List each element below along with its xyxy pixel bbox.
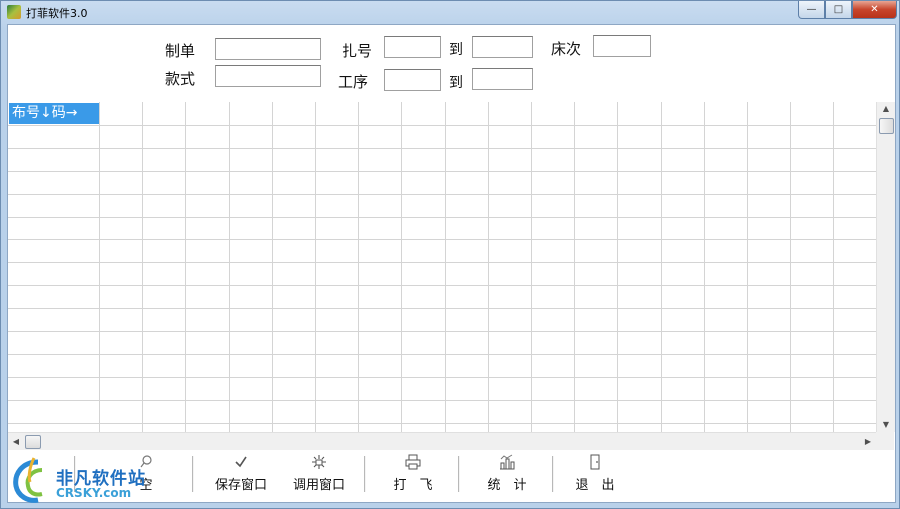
bundle-to-input[interactable] <box>472 36 533 58</box>
load-window-label: 调用窗口 <box>292 478 345 493</box>
bundle-from-input[interactable] <box>384 36 441 58</box>
bed-label: 床次 <box>551 40 582 58</box>
process-to-label: 到 <box>449 75 463 91</box>
horizontal-scroll-thumb[interactable] <box>25 435 41 449</box>
print-label: 打 飞 <box>393 478 433 493</box>
stats-label: 统 计 <box>487 478 527 493</box>
bundle-label: 扎号 <box>342 42 373 60</box>
vertical-scrollbar[interactable]: ▲ ▼ <box>876 102 895 432</box>
scroll-corner <box>876 432 894 450</box>
order-label: 制单 <box>165 42 196 60</box>
print-button[interactable]: 打 飞 <box>388 452 438 498</box>
bundle-to-label: 到 <box>449 42 463 58</box>
bed-input[interactable] <box>593 35 651 57</box>
window-title: 打菲软件3.0 <box>26 7 88 20</box>
watermark-en-text: CRSKY.com <box>56 486 132 500</box>
process-label: 工序 <box>338 73 369 91</box>
scroll-left-arrow-icon[interactable]: ◀ <box>8 433 24 450</box>
window-controls: — □ ✕ <box>798 1 897 19</box>
checkmark-icon <box>233 452 249 472</box>
chart-icon <box>498 452 516 472</box>
minimize-button[interactable]: — <box>798 1 825 19</box>
grid-lines <box>8 102 876 432</box>
scroll-right-arrow-icon[interactable]: ▶ <box>860 433 876 450</box>
app-icon <box>7 5 21 19</box>
printer-icon <box>404 452 422 472</box>
crsky-logo-icon <box>13 457 43 503</box>
order-input[interactable] <box>215 38 321 60</box>
app-window: 打菲软件3.0 — □ ✕ 制单 扎号 到 床次 款式 工序 到 布号↓码→ ▲ <box>0 0 900 509</box>
load-window-button[interactable]: 调用窗口 <box>286 452 352 498</box>
client-area: 制单 扎号 到 床次 款式 工序 到 布号↓码→ ▲ ▼ ◀ ▶ 空 保存窗口 … <box>7 24 896 503</box>
toolbar-separator <box>192 456 194 492</box>
watermark: 非凡软件站 CRSKY.com <box>6 454 156 508</box>
horizontal-scrollbar[interactable]: ◀ ▶ <box>8 432 876 450</box>
data-grid[interactable]: 布号↓码→ <box>8 102 876 432</box>
sparkle-icon <box>310 452 328 472</box>
save-window-button[interactable]: 保存窗口 <box>208 452 274 498</box>
style-input[interactable] <box>215 65 321 87</box>
scroll-up-arrow-icon[interactable]: ▲ <box>877 102 895 116</box>
door-icon <box>587 452 603 472</box>
title-bar[interactable]: 打菲软件3.0 — □ ✕ <box>1 1 899 23</box>
style-label: 款式 <box>165 70 196 88</box>
process-to-input[interactable] <box>472 68 533 90</box>
stats-button[interactable]: 统 计 <box>482 452 532 498</box>
maximize-button[interactable]: □ <box>825 1 852 19</box>
toolbar-separator <box>552 456 554 492</box>
grid-header-cell[interactable]: 布号↓码→ <box>9 103 99 124</box>
exit-button[interactable]: 退 出 <box>570 452 620 498</box>
toolbar-separator <box>364 456 366 492</box>
close-button[interactable]: ✕ <box>852 1 897 19</box>
save-window-label: 保存窗口 <box>214 478 267 493</box>
toolbar-separator <box>458 456 460 492</box>
exit-label: 退 出 <box>575 478 615 493</box>
process-from-input[interactable] <box>384 69 441 91</box>
vertical-scroll-thumb[interactable] <box>879 118 894 134</box>
scroll-down-arrow-icon[interactable]: ▼ <box>877 418 895 432</box>
